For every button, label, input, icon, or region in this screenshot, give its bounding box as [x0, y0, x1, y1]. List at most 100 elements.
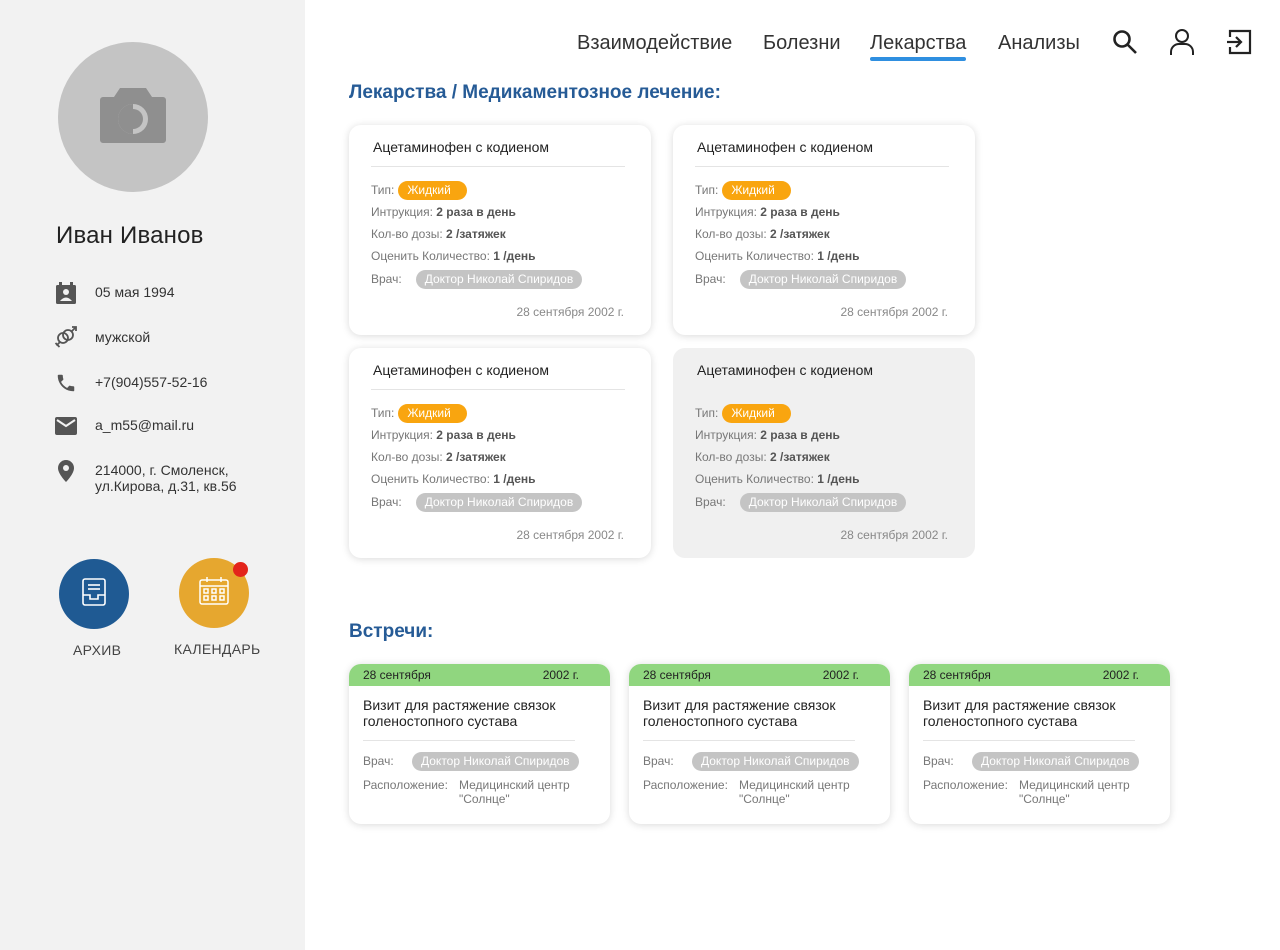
divider [923, 740, 1135, 741]
doctor-row: Врач: Доктор Николай Спиридов [371, 493, 583, 512]
archive-button[interactable] [59, 559, 129, 629]
meeting-title: Визит для растяжение связок голеностопно… [643, 697, 836, 729]
amount-row: Оценить Количество: 1 /день [695, 249, 860, 263]
dose-row: Кол-во дозы: 2 /затяжек [695, 227, 830, 241]
meeting-date: 28 сентября [363, 668, 431, 682]
birthdate-text: 05 мая 1994 [95, 284, 175, 300]
medication-name: Ацетаминофен с кодиеном [373, 362, 550, 378]
email-row: a_m55@mail.ru [54, 414, 194, 438]
type-row: Тип: Жидкий [695, 181, 792, 200]
doctor-label: Врач: [363, 754, 394, 768]
amount-row: Оценить Количество: 1 /день [371, 472, 536, 486]
calendar-icon [198, 576, 230, 611]
nav-interaction[interactable]: Взаимодействие [577, 32, 732, 55]
dose-row: Кол-во дозы: 2 /затяжек [371, 227, 506, 241]
meeting-card[interactable]: 28 сентября 2002 г. Визит для растяжение… [629, 664, 890, 824]
email-text[interactable]: a_m55@mail.ru [95, 414, 194, 433]
type-row: Тип: Жидкий [695, 404, 792, 423]
divider [371, 166, 625, 167]
birthdate-row: 05 мая 1994 [54, 281, 175, 305]
avatar[interactable] [58, 42, 208, 192]
location-label: Расположение: [923, 778, 1008, 792]
location-text: Медицинский центр "Солнце" [1019, 778, 1130, 806]
mail-icon [54, 414, 78, 438]
nav-analyses[interactable]: Анализы [998, 32, 1080, 55]
location-label: Расположение: [643, 778, 728, 792]
medication-name: Ацетаминофен с кодиеном [373, 139, 550, 155]
location-label: Расположение: [363, 778, 448, 792]
meeting-year: 2002 г. [1102, 668, 1139, 682]
doctor-tag[interactable]: Доктор Николай Спиридов [739, 493, 907, 512]
location-text: Медицинский центр "Солнце" [739, 778, 850, 806]
doctor-row: Доктор Николай Спиридов [972, 752, 1139, 771]
type-tag: Жидкий [722, 181, 792, 200]
meeting-date-header: 28 сентября 2002 г. [909, 664, 1170, 686]
divider [695, 166, 949, 167]
doctor-tag[interactable]: Доктор Николай Спиридов [415, 493, 583, 512]
meeting-card[interactable]: 28 сентября 2002 г. Визит для растяжение… [909, 664, 1170, 824]
medication-date: 28 сентября 2002 г. [840, 305, 949, 319]
medication-date: 28 сентября 2002 г. [840, 528, 949, 542]
meeting-title: Визит для растяжение связок голеностопно… [923, 697, 1116, 729]
phone-icon [54, 371, 78, 395]
address-line-1: 214000, г. Смоленск, [95, 462, 229, 478]
location-text: Медицинский центр "Солнце" [459, 778, 570, 806]
phone-text[interactable]: +7(904)557-52-16 [95, 371, 207, 390]
nav-diseases[interactable]: Болезни [763, 32, 841, 55]
phone-row: +7(904)557-52-16 [54, 371, 207, 395]
doctor-tag[interactable]: Доктор Николай Спиридов [412, 752, 579, 771]
user-icon[interactable] [1168, 28, 1196, 56]
doctor-tag[interactable]: Доктор Николай Спиридов [972, 752, 1139, 771]
doctor-tag[interactable]: Доктор Николай Спиридов [415, 270, 583, 289]
instruction-row: Интрукция: 2 раза в день [371, 205, 516, 219]
calendar-button[interactable] [179, 558, 249, 628]
gender-row: мужской [54, 326, 150, 350]
divider [371, 389, 625, 390]
medication-card[interactable]: Ацетаминофен с кодиеном Тип: Жидкий Интру… [349, 125, 651, 335]
doctor-label: Врач: [643, 754, 674, 768]
profile-sidebar: Иван Иванов 05 мая 1994 мужской +7(904)5… [0, 0, 305, 950]
inbox-icon [79, 577, 109, 612]
meeting-title: Визит для растяжение связок голеностопно… [363, 697, 556, 729]
contact-calendar-icon [54, 281, 78, 305]
type-row: Тип: Жидкий [371, 181, 468, 200]
amount-row: Оценить Количество: 1 /день [695, 472, 860, 486]
meeting-card[interactable]: 28 сентября 2002 г. Визит для растяжение… [349, 664, 610, 824]
gender-icon [54, 326, 78, 350]
address-text: 214000, г. Смоленск, ул.Кирова, д.31, кв… [95, 459, 237, 494]
doctor-tag[interactable]: Доктор Николай Спиридов [739, 270, 907, 289]
medication-card[interactable]: Ацетаминофен с кодиеном Тип: Жидкий Интру… [349, 348, 651, 558]
medication-card[interactable]: Ацетаминофен с кодиеном Тип: Жидкий Интру… [673, 125, 975, 335]
meeting-date-header: 28 сентября 2002 г. [349, 664, 610, 686]
notification-dot [233, 562, 248, 577]
amount-row: Оценить Количество: 1 /день [371, 249, 536, 263]
address-row: 214000, г. Смоленск, ул.Кирова, д.31, кв… [54, 459, 237, 494]
dose-row: Кол-во дозы: 2 /затяжек [371, 450, 506, 464]
doctor-row: Доктор Николай Спиридов [412, 752, 579, 771]
doctor-row: Врач: Доктор Николай Спиридов [695, 270, 907, 289]
meeting-date: 28 сентября [923, 668, 991, 682]
nav-medications[interactable]: Лекарства [870, 32, 967, 61]
medication-date: 28 сентября 2002 г. [516, 528, 625, 542]
doctor-tag[interactable]: Доктор Николай Спиридов [692, 752, 859, 771]
dose-row: Кол-во дозы: 2 /затяжек [695, 450, 830, 464]
camera-icon [98, 84, 168, 151]
instruction-row: Интрукция: 2 раза в день [695, 428, 840, 442]
calendar-label[interactable]: КАЛЕНДАРЬ [174, 641, 260, 657]
type-tag: Жидкий [722, 404, 792, 423]
type-tag: Жидкий [398, 181, 468, 200]
location-pin-icon [54, 459, 78, 483]
type-tag: Жидкий [398, 404, 468, 423]
meeting-year: 2002 г. [542, 668, 579, 682]
archive-label[interactable]: АРХИВ [73, 642, 121, 658]
user-name: Иван Иванов [56, 222, 204, 249]
meeting-date: 28 сентября [643, 668, 711, 682]
divider [363, 740, 575, 741]
search-icon[interactable] [1111, 28, 1139, 56]
medication-card-selected[interactable]: Ацетаминофен с кодиеном Тип: Жидкий Интру… [673, 348, 975, 558]
meeting-date-header: 28 сентября 2002 г. [629, 664, 890, 686]
address-line-2: ул.Кирова, д.31, кв.56 [95, 478, 237, 494]
medication-name: Ацетаминофен с кодиеном [697, 362, 874, 378]
logout-icon[interactable] [1225, 28, 1253, 56]
doctor-label: Врач: [923, 754, 954, 768]
